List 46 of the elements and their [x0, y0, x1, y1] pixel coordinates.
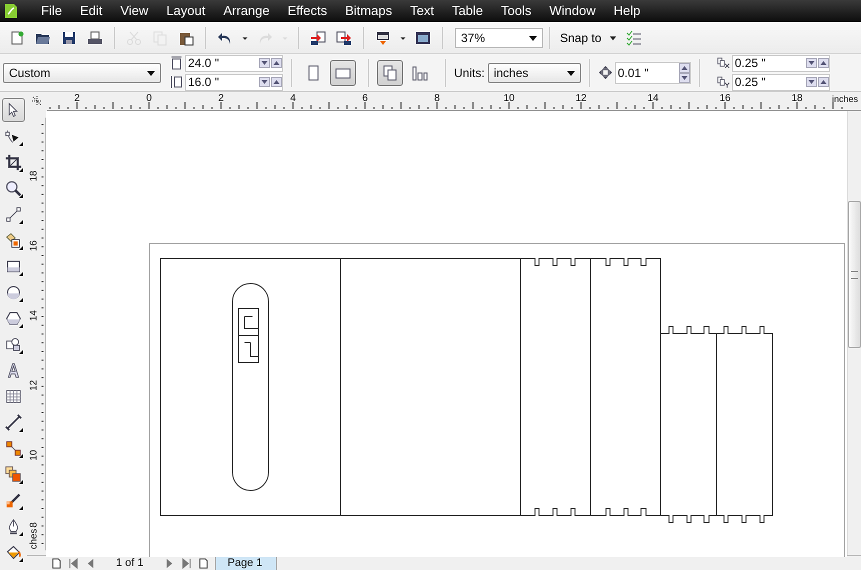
- move-arrows-icon: [598, 65, 613, 80]
- menu-item[interactable]: Edit: [70, 0, 112, 22]
- menu-item[interactable]: Help: [604, 0, 650, 22]
- menu-item[interactable]: Layout: [157, 0, 214, 22]
- units-label: Units:: [454, 66, 485, 80]
- ruler-origin-icon[interactable]: [31, 95, 43, 107]
- spin-down-icon[interactable]: [259, 77, 270, 87]
- spin-up-icon[interactable]: [818, 58, 829, 68]
- menu-item[interactable]: Effects: [278, 0, 336, 22]
- duplicate-offset-y-icon: [716, 75, 730, 89]
- app-logo-icon: [4, 3, 18, 19]
- snap-to-dropdown[interactable]: Snap to: [556, 28, 622, 46]
- menu-item[interactable]: File: [32, 0, 71, 22]
- menu-item[interactable]: Window: [540, 0, 605, 22]
- spin-down-icon[interactable]: [678, 72, 690, 82]
- page-height-icon: [170, 75, 183, 89]
- units-dropdown[interactable]: inches: [488, 62, 581, 82]
- duplicate-x-field[interactable]: 0.25 ": [732, 54, 830, 72]
- menu-item[interactable]: View: [111, 0, 158, 22]
- paper-type-dropdown[interactable]: Custom: [3, 62, 161, 82]
- stacked-pages-icon[interactable]: [377, 60, 403, 86]
- duplicate-y-field[interactable]: 0.25 ": [732, 74, 830, 90]
- spin-up-icon[interactable]: [271, 77, 282, 87]
- first-page-icon[interactable]: [68, 558, 79, 568]
- spin-up-icon[interactable]: [818, 77, 829, 87]
- page-width-field[interactable]: 24.0 ": [185, 54, 283, 72]
- page-height-field[interactable]: 16.0 ": [185, 74, 283, 90]
- menu-item[interactable]: Tools: [492, 0, 540, 22]
- page-count: 1 of 1: [115, 557, 145, 569]
- landscape-page-icon[interactable]: [330, 60, 356, 86]
- scrollbar-thumb[interactable]: [848, 201, 861, 348]
- vertical-scrollbar[interactable]: [847, 111, 861, 555]
- menu-item[interactable]: Bitmaps: [336, 0, 402, 22]
- caret-icon: [609, 34, 618, 42]
- nudge-distance-field[interactable]: 0.01 ": [614, 62, 691, 84]
- spin-up-icon[interactable]: [678, 62, 690, 72]
- menu-item[interactable]: Text: [401, 0, 443, 22]
- horizontal-ruler: 2 0 2 4 6 8 10 12 14 16 18 inches: [47, 92, 861, 111]
- spin-down-icon[interactable]: [806, 77, 817, 87]
- menu-item[interactable]: Arrange: [214, 0, 279, 22]
- spin-down-icon[interactable]: [259, 58, 270, 68]
- menu-item[interactable]: Table: [442, 0, 492, 22]
- spin-up-icon[interactable]: [271, 58, 282, 68]
- zoom-level-dropdown[interactable]: 37%: [455, 28, 543, 48]
- spin-down-icon[interactable]: [806, 58, 817, 68]
- last-page-icon[interactable]: [180, 558, 192, 568]
